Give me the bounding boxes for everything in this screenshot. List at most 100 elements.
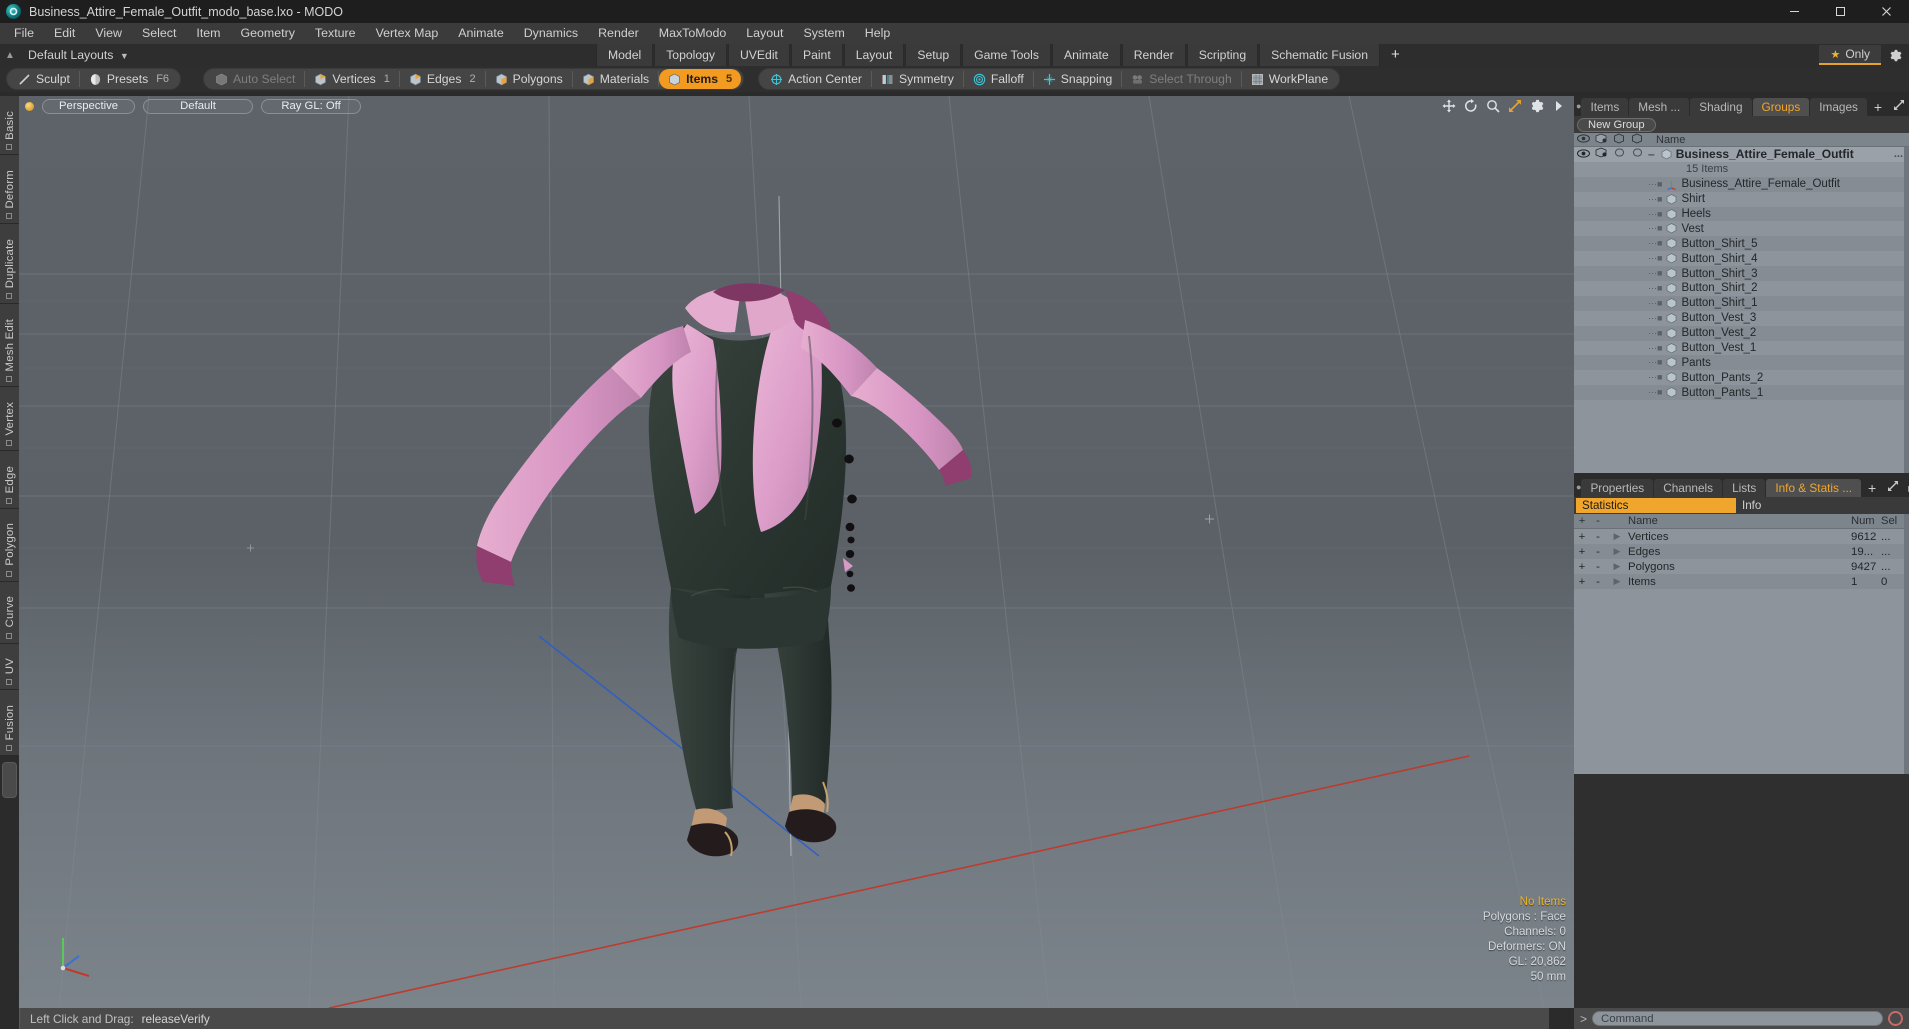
list-item[interactable]: ⋯■ Button_Shirt_3	[1574, 266, 1909, 282]
list-item[interactable]: ⋯■ Heels	[1574, 206, 1909, 222]
presets-button[interactable]: Presets F6	[80, 69, 178, 89]
expand-panel-icon[interactable]	[1889, 98, 1909, 116]
left-tab-polygon[interactable]: Polygon	[0, 508, 19, 582]
item-name-cell[interactable]: ⋯■ Heels	[1648, 208, 1711, 220]
list-item[interactable]: ⋯■ Vest	[1574, 221, 1909, 236]
list-item[interactable]: ⋯■ Button_Shirt_4	[1574, 251, 1909, 266]
item-name-cell[interactable]: ⋯■ Button_Pants_2	[1648, 372, 1763, 384]
list-item[interactable]: ⋯■ Button_Shirt_2	[1574, 281, 1909, 296]
menu-item-vertex-map[interactable]: Vertex Map	[366, 23, 449, 44]
row-expand-icon[interactable]: ▶	[1606, 576, 1628, 587]
panel-overflow-icon[interactable]: ▸	[1904, 479, 1909, 497]
layout-tab-paint[interactable]: Paint	[790, 44, 843, 66]
item-name-cell[interactable]: ⋯■ Button_Vest_2	[1648, 327, 1756, 339]
row-add-button[interactable]: +	[1574, 531, 1590, 543]
workplane-button[interactable]: WorkPlane	[1242, 69, 1337, 89]
viewport-menu-dot-icon[interactable]	[25, 101, 34, 111]
left-tab-mesh-edit[interactable]: Mesh Edit	[0, 304, 19, 387]
item-list-scrollbar[interactable]	[1904, 147, 1909, 473]
row-add-button[interactable]: +	[1574, 576, 1590, 588]
left-tab-duplicate[interactable]: Duplicate	[0, 224, 19, 305]
materials-mode-button[interactable]: Materials	[573, 69, 658, 89]
group-row-overflow[interactable]: ...	[1894, 148, 1903, 160]
add-bottom-tab-button[interactable]: +	[1862, 479, 1882, 497]
item-name-cell[interactable]: ⋯■ Button_Vest_1	[1648, 342, 1756, 354]
fit-icon[interactable]	[1507, 98, 1522, 113]
row-add-button[interactable]: +	[1574, 546, 1590, 558]
left-tab-vertex[interactable]: Vertex	[0, 386, 19, 451]
list-item[interactable]: ⋯■ Button_Shirt_5	[1574, 236, 1909, 252]
item-name-cell[interactable]: ⋯■ Button_Pants_1	[1648, 387, 1763, 399]
menu-item-item[interactable]: Item	[186, 23, 230, 44]
auto-select-button[interactable]: Auto Select	[206, 69, 304, 89]
layout-tab-schematic-fusion[interactable]: Schematic Fusion	[1259, 44, 1380, 66]
menu-item-layout[interactable]: Layout	[736, 23, 793, 44]
subtab-info[interactable]: Info	[1736, 498, 1767, 513]
list-item[interactable]: ⋯■ Button_Shirt_1	[1574, 295, 1909, 311]
items-mode-button[interactable]: Items 5	[659, 69, 742, 89]
tab-mesh[interactable]: Mesh ...	[1629, 98, 1690, 116]
layout-tab-model[interactable]: Model	[596, 44, 654, 66]
vertices-mode-button[interactable]: Vertices 1	[305, 69, 398, 89]
raygl-toggle[interactable]: Ray GL: Off	[261, 98, 362, 114]
item-name-cell[interactable]: ⋯■ Pants	[1648, 357, 1711, 369]
command-input[interactable]: Command	[1592, 1011, 1883, 1026]
layout-tab-game-tools[interactable]: Game Tools	[962, 44, 1051, 66]
table-row[interactable]: + - ▶ Items 1 0	[1574, 574, 1909, 589]
left-tab-basic[interactable]: Basic	[0, 96, 19, 156]
layout-tab-scripting[interactable]: Scripting	[1186, 44, 1259, 66]
list-item[interactable]: ⋯■ Button_Pants_2	[1574, 370, 1909, 385]
tab-images[interactable]: Images	[1810, 98, 1867, 116]
gear-icon[interactable]	[1881, 44, 1909, 66]
statistics-table[interactable]: + - Name Num Sel + - ▶ Vertices 9612 ...…	[1574, 514, 1909, 774]
group-name-cell[interactable]: – Business_Attire_Female_Outfit	[1648, 147, 1854, 161]
record-icon[interactable]	[1888, 1011, 1903, 1026]
menu-item-geometry[interactable]: Geometry	[231, 23, 305, 44]
minimize-button[interactable]	[1771, 0, 1817, 23]
list-item[interactable]: ⋯■ Button_Pants_1	[1574, 385, 1909, 401]
list-item[interactable]: ⋯■ Shirt	[1574, 192, 1909, 207]
menu-item-render[interactable]: Render	[588, 23, 649, 44]
menu-item-select[interactable]: Select	[132, 23, 186, 44]
table-row[interactable]: + - ▶ Polygons 9427 ...	[1574, 559, 1909, 574]
row-remove-button[interactable]: -	[1590, 576, 1606, 588]
3d-viewport[interactable]: Perspective Default Ray GL: Off No Items…	[19, 96, 1574, 1008]
tab-groups[interactable]: Groups	[1752, 98, 1810, 116]
row-remove-button[interactable]: -	[1590, 561, 1606, 573]
row-add-button[interactable]: +	[1574, 561, 1590, 573]
default-layouts-dropdown[interactable]: Default Layouts ▼	[20, 44, 137, 66]
item-name-cell[interactable]: ⋯■ Button_Shirt_1	[1648, 297, 1758, 309]
menu-item-maxtomodo[interactable]: MaxToModo	[649, 23, 737, 44]
row-expand-icon[interactable]: ▶	[1606, 531, 1628, 542]
collapse-arrow-icon[interactable]: ▲	[0, 50, 20, 61]
item-name-cell[interactable]: ⋯■ Button_Shirt_2	[1648, 282, 1758, 294]
row-expand-icon[interactable]: ▶	[1606, 561, 1628, 572]
item-name-cell[interactable]: ⋯■ Business_Attire_Female_Outfit	[1648, 178, 1840, 190]
menu-item-dynamics[interactable]: Dynamics	[514, 23, 588, 44]
row-select-toggle[interactable]	[1628, 147, 1646, 161]
add-layout-tab-button[interactable]: +	[1381, 44, 1410, 66]
sculpt-button[interactable]: Sculpt	[9, 69, 79, 89]
menu-item-file[interactable]: File	[4, 23, 44, 44]
left-tool-extra-button[interactable]	[2, 762, 17, 798]
zoom-icon[interactable]	[1485, 98, 1500, 113]
new-group-button[interactable]: New Group	[1577, 117, 1656, 132]
tab-lists[interactable]: Lists	[1723, 479, 1766, 497]
row-remove-button[interactable]: -	[1590, 546, 1606, 558]
menu-item-texture[interactable]: Texture	[305, 23, 366, 44]
group-item-list[interactable]: Name – Business_Attire_Female_Outfit ...…	[1574, 133, 1909, 473]
tab-properties[interactable]: Properties	[1581, 479, 1654, 497]
view-mode-dropdown[interactable]: Perspective	[42, 98, 136, 114]
menu-item-system[interactable]: System	[793, 23, 854, 44]
left-tab-uv[interactable]: UV	[0, 643, 19, 691]
symmetry-button[interactable]: Symmetry	[872, 69, 963, 89]
list-item[interactable]: ⋯■ Pants	[1574, 355, 1909, 371]
tab-items[interactable]: Items	[1581, 98, 1629, 116]
menu-item-animate[interactable]: Animate	[448, 23, 513, 44]
statistics-scrollbar[interactable]	[1904, 514, 1909, 774]
maximize-button[interactable]	[1817, 0, 1863, 23]
falloff-button[interactable]: Falloff	[964, 69, 1033, 89]
item-name-cell[interactable]: ⋯■ Button_Shirt_3	[1648, 268, 1758, 280]
left-tab-curve[interactable]: Curve	[0, 581, 19, 644]
axis-gizmo[interactable]	[49, 928, 101, 980]
